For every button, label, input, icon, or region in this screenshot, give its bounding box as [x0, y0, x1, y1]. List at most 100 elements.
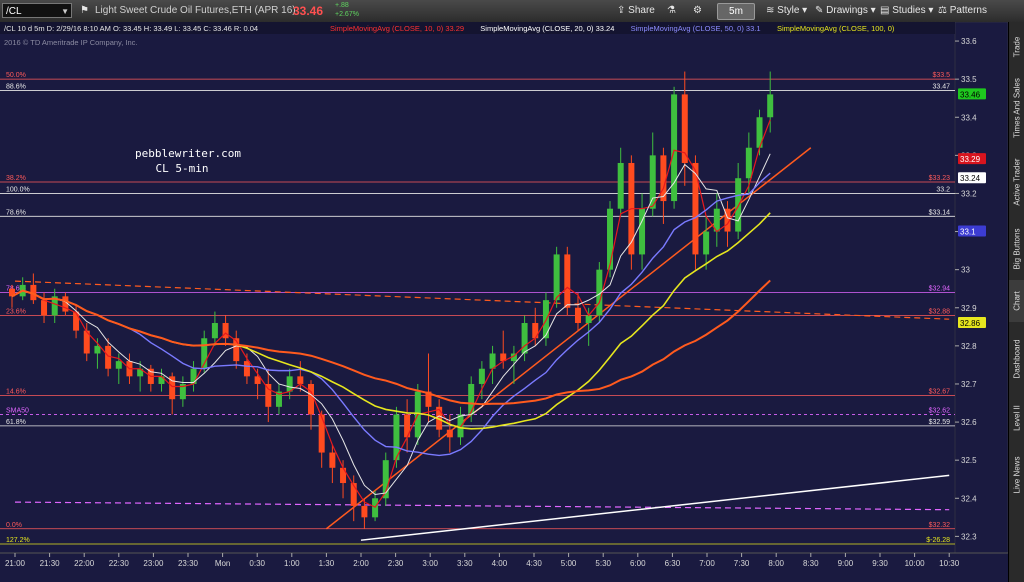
- x-tick-label: 5:00: [561, 559, 577, 568]
- chevron-down-icon[interactable]: ▼: [61, 4, 69, 19]
- drawings-button[interactable]: ✎ Drawings ▾: [815, 0, 876, 22]
- interval-select[interactable]: 5m: [717, 3, 755, 20]
- toolbar: /CL ▼ ⚑ Light Sweet Crude Oil Futures,ETH…: [0, 0, 1024, 23]
- style-button[interactable]: ≋ Style ▾: [766, 0, 807, 22]
- level-right-label: $33.23: [929, 175, 951, 182]
- settings-icon[interactable]: ⚙: [693, 0, 702, 22]
- x-tick-label: 7:00: [699, 559, 715, 568]
- candle-body: [489, 353, 496, 369]
- y-tick-label: 32.8: [961, 342, 977, 351]
- sidebar-tab-live-news[interactable]: Live News: [1009, 442, 1024, 508]
- x-tick-label: 9:00: [838, 559, 854, 568]
- level-right-label: $33.14: [929, 209, 951, 216]
- candle-body: [457, 414, 464, 438]
- x-tick-label: 3:00: [422, 559, 438, 568]
- level-right-label: $33.5: [932, 72, 950, 79]
- y-tick-label: 32.7: [961, 380, 977, 389]
- y-tick-label: 33: [961, 266, 970, 275]
- pencil-icon: ✎: [815, 5, 824, 16]
- level-left-label: 50.0%: [6, 72, 26, 79]
- x-tick-label: 10:00: [905, 559, 926, 568]
- level-right-label: $32.88: [929, 308, 951, 315]
- candle-body: [158, 376, 165, 384]
- sidebar-tab-label: Big Buttons: [1012, 228, 1022, 270]
- price-badge-label: 33.1: [960, 228, 976, 237]
- price-chart[interactable]: 32.3 32.4 32.5 32.6 32.7 32.8 32.9 33 33.1 33.2 33…: [0, 22, 1008, 582]
- level-left-label: 23.6%: [6, 308, 26, 315]
- flask-icon[interactable]: ⚗: [667, 0, 676, 22]
- sidebar-tab-active-trader[interactable]: Active Trader: [1009, 146, 1024, 218]
- level-right-label: $32.67: [929, 388, 951, 395]
- x-tick-label: 23:30: [178, 559, 199, 568]
- candle-body: [308, 383, 315, 415]
- patterns-button[interactable]: ⚖ Patterns: [938, 0, 987, 22]
- level-left-label: 127.2%: [6, 537, 30, 544]
- level-right-label: 33.2: [936, 186, 950, 193]
- patterns-icon: ⚖: [938, 5, 947, 16]
- symbol-input[interactable]: /CL ▼: [2, 3, 72, 18]
- candle-body: [574, 307, 581, 324]
- y-tick-label: 33.2: [961, 189, 977, 198]
- level-right-label: $32.59: [929, 419, 951, 426]
- candle-body: [329, 452, 336, 468]
- chart-app: /CL ▼ ⚑ Light Sweet Crude Oil Futures,ETH…: [0, 0, 1024, 582]
- price-badge-label: 33.46: [960, 90, 981, 99]
- sidebar-tab-times-and-sales[interactable]: Times And Sales: [1009, 72, 1024, 144]
- candle-body: [41, 300, 48, 316]
- level-left-label: 78.6%: [6, 209, 26, 216]
- chart-background: [0, 22, 1008, 582]
- price-badge-label: 33.24: [960, 174, 981, 183]
- sidebar-tab-chart[interactable]: Chart: [1009, 280, 1024, 322]
- y-tick-label: 32.9: [961, 304, 977, 313]
- studies-icon: ▤: [880, 5, 890, 16]
- x-tick-label: 3:30: [457, 559, 473, 568]
- x-tick-label: 5:30: [595, 559, 611, 568]
- candle-body: [190, 368, 197, 384]
- style-icon: ≋: [766, 5, 775, 16]
- candle-body: [361, 505, 368, 518]
- x-tick-label: 1:00: [284, 559, 300, 568]
- study-legend-item: SimpleMovingAvg (CLOSE, 100, 0): [777, 24, 895, 33]
- x-tick-label: 21:00: [5, 559, 26, 568]
- x-tick-label: 2:30: [388, 559, 404, 568]
- level-left-label: 38.2%: [6, 175, 26, 182]
- candle-body: [73, 311, 80, 331]
- level-right-label: 33.47: [932, 84, 950, 91]
- candle-body: [105, 345, 112, 369]
- candle-body: [607, 208, 614, 270]
- level-left-label: 61.8%: [6, 419, 26, 426]
- level-left-label: 0.0%: [6, 522, 22, 529]
- candle-body: [94, 345, 101, 354]
- sidebar-tab-big-buttons[interactable]: Big Buttons: [1009, 220, 1024, 278]
- x-tick-label: Mon: [215, 559, 231, 568]
- candle-body: [564, 254, 571, 308]
- price-badge-label: 32.86: [960, 319, 981, 328]
- x-tick-label: 6:00: [630, 559, 646, 568]
- candle-body: [318, 414, 325, 453]
- share-button[interactable]: ⇪ Share: [617, 0, 655, 22]
- x-tick-label: 8:00: [768, 559, 784, 568]
- study-legend-item: SimpleMovingAvg (CLOSE, 10, 0) 33.29: [330, 24, 464, 33]
- x-tick-label: 2:00: [353, 559, 369, 568]
- x-tick-label: 23:00: [143, 559, 164, 568]
- candle-body: [286, 376, 293, 392]
- candle-body: [521, 323, 528, 354]
- candle-body: [243, 361, 250, 377]
- x-tick-label: 8:30: [803, 559, 819, 568]
- candle-body: [617, 162, 624, 209]
- x-tick-label: 21:30: [40, 559, 61, 568]
- share-icon: ⇪: [617, 5, 626, 16]
- candle-body: [211, 323, 218, 339]
- studies-button[interactable]: ▤ Studies ▾: [880, 0, 933, 22]
- candle-body: [446, 429, 453, 438]
- x-tick-label: 4:00: [492, 559, 508, 568]
- sidebar-tab-label: Dashboard: [1012, 339, 1022, 379]
- sidebar-tab-label: Live News: [1012, 456, 1022, 494]
- side-panel: Trade Times And Sales Active Trader Big But…: [1008, 22, 1024, 582]
- flag-icon[interactable]: ⚑: [80, 0, 89, 22]
- candle-body: [745, 147, 752, 179]
- x-tick-label: 4:30: [526, 559, 542, 568]
- sidebar-tab-trade[interactable]: Trade: [1009, 24, 1024, 70]
- sidebar-tab-dashboard[interactable]: Dashboard: [1009, 324, 1024, 394]
- sidebar-tab-level-ii[interactable]: Level II: [1009, 396, 1024, 440]
